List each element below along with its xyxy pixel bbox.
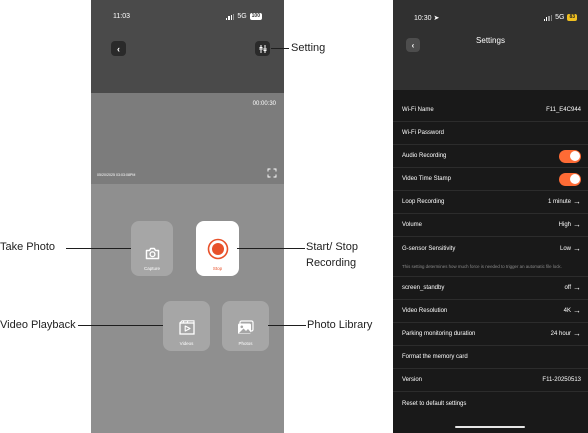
row-value: High bbox=[558, 222, 571, 228]
arrow-right-icon: → bbox=[573, 197, 581, 206]
settings-row-reset[interactable]: Reset to default settings bbox=[393, 392, 588, 415]
settings-row-screen-standby[interactable]: screen_standby off → bbox=[393, 277, 588, 300]
back-chevron-icon: ‹ bbox=[117, 43, 120, 54]
start-stop-callout-1: Start/ Stop bbox=[306, 241, 358, 253]
settings-row-wifi-password[interactable]: Wi-Fi Password bbox=[393, 122, 588, 145]
settings-list: Wi-Fi Name F11_E4C944 Wi-Fi Password Aud… bbox=[393, 99, 588, 415]
video-playback-callout-line bbox=[78, 325, 163, 326]
row-value: 1 minute bbox=[547, 199, 571, 205]
arrow-right-icon: → bbox=[573, 329, 581, 338]
arrow-right-icon: → bbox=[573, 306, 581, 315]
g-sensor-note: This setting determines how much force i… bbox=[393, 260, 588, 277]
row-value-group: High → bbox=[558, 220, 581, 229]
row-label: G-sensor Sensitivity bbox=[402, 245, 456, 252]
recording-timer: 00:00:30 bbox=[252, 101, 276, 107]
back-button[interactable]: ‹ bbox=[111, 41, 126, 56]
photos-label: Photos bbox=[238, 341, 253, 346]
row-label: screen_standby bbox=[402, 285, 445, 291]
record-icon bbox=[207, 238, 228, 260]
capture-button[interactable]: Capture bbox=[131, 221, 173, 276]
location-arrow-icon: ➤ bbox=[433, 15, 440, 22]
settings-row-format-card[interactable]: Format the memory card bbox=[393, 346, 588, 369]
row-label: Wi-Fi Name bbox=[402, 107, 434, 113]
row-value-group: 24 hour → bbox=[550, 329, 581, 338]
capture-label: Capture bbox=[143, 266, 160, 271]
row-label: Video Time Stamp bbox=[402, 176, 451, 182]
photo-library-callout: Photo Library bbox=[307, 319, 373, 331]
row-value: 24 hour bbox=[550, 331, 571, 337]
row-value: Low bbox=[559, 245, 571, 252]
row-value: F11_E4C944 bbox=[546, 107, 581, 113]
videos-label: Videos bbox=[179, 341, 194, 346]
row-label: Wi-Fi Password bbox=[402, 130, 445, 136]
stop-label: Stop bbox=[212, 266, 223, 271]
battery-icon: 100 bbox=[249, 13, 262, 20]
settings-row-parking-duration[interactable]: Parking monitoring duration 24 hour → bbox=[393, 323, 588, 346]
network-label: 5G bbox=[237, 13, 247, 20]
status-bar-right: 10:30 ➤ 5G 83 bbox=[393, 0, 588, 26]
settings-row-g-sensor[interactable]: G-sensor Sensitivity Low → bbox=[393, 237, 588, 260]
video-playback-callout: Video Playback bbox=[0, 319, 76, 331]
arrow-right-icon: → bbox=[573, 220, 581, 229]
row-label: Version bbox=[402, 377, 423, 383]
take-photo-callout-line bbox=[66, 248, 131, 249]
row-value: F11-20250513 bbox=[542, 377, 581, 383]
photo-gallery-icon bbox=[238, 320, 254, 334]
home-indicator[interactable] bbox=[455, 426, 525, 428]
start-stop-callout-2: Recording bbox=[306, 257, 357, 269]
status-time-right: 10:30 ➤ bbox=[414, 15, 440, 22]
row-value: off bbox=[564, 285, 571, 291]
settings-row-video-resolution[interactable]: Video Resolution 4K → bbox=[393, 300, 588, 323]
row-value: 4K bbox=[563, 308, 571, 314]
video-time-stamp-toggle[interactable] bbox=[559, 172, 581, 186]
page-title: Settings bbox=[476, 36, 505, 45]
fullscreen-icon[interactable] bbox=[267, 168, 277, 178]
arrow-right-icon: → bbox=[573, 283, 581, 292]
start-stop-callout-line bbox=[237, 248, 305, 249]
audio-recording-toggle[interactable] bbox=[559, 149, 581, 163]
row-label: Parking monitoring duration bbox=[402, 331, 476, 337]
settings-button[interactable] bbox=[255, 41, 270, 56]
video-playback-icon bbox=[178, 320, 195, 335]
status-time: 11:03 bbox=[113, 13, 130, 20]
network-label-right: 5G bbox=[555, 14, 565, 21]
row-label: Audio Recording bbox=[402, 153, 447, 159]
video-date-stamp: 05/20/2025 03:03:08PM bbox=[97, 173, 136, 177]
videos-button[interactable]: Videos bbox=[163, 301, 210, 351]
settings-row-video-time-stamp: Video Time Stamp bbox=[393, 168, 588, 191]
setting-callout-line bbox=[271, 48, 289, 49]
settings-row-audio-recording: Audio Recording bbox=[393, 145, 588, 168]
row-value-group: off → bbox=[564, 283, 581, 292]
status-signal-right: 5G 83 bbox=[543, 14, 577, 21]
settings-row-volume[interactable]: Volume High → bbox=[393, 214, 588, 237]
row-label: Format the memory card bbox=[402, 354, 468, 360]
take-photo-callout: Take Photo bbox=[0, 241, 56, 253]
row-label: Video Resolution bbox=[402, 308, 448, 314]
video-preview[interactable]: 00:00:30 05/20/2025 03:03:08PM bbox=[91, 93, 284, 184]
record-stop-button[interactable]: Stop bbox=[196, 221, 239, 276]
battery-icon: 83 bbox=[567, 14, 577, 21]
camera-icon bbox=[145, 247, 159, 260]
setting-callout: Setting bbox=[291, 42, 326, 54]
settings-row-version: Version F11-20250513 bbox=[393, 369, 588, 392]
settings-sliders-icon bbox=[258, 44, 267, 53]
photos-button[interactable]: Photos bbox=[222, 301, 269, 351]
row-value-group: 1 minute → bbox=[547, 197, 581, 206]
photo-library-callout-line bbox=[268, 325, 306, 326]
row-label: Reset to default settings bbox=[402, 400, 467, 407]
row-value-group: Low → bbox=[559, 243, 581, 253]
signal-icon bbox=[543, 14, 553, 21]
row-label: Loop Recording bbox=[402, 199, 445, 205]
arrow-right-icon: → bbox=[573, 243, 581, 253]
settings-screen: 10:30 ➤ 5G 83 ‹ Settings Wi-Fi Name F11_… bbox=[393, 0, 588, 433]
status-signal: 5G 100 bbox=[225, 13, 262, 20]
status-bar: 11:03 5G 100 bbox=[91, 0, 284, 26]
camera-screen: 11:03 5G 100 ‹ 00:00:30 05/20/2025 03:03… bbox=[91, 0, 284, 433]
row-value-group: 4K → bbox=[563, 306, 581, 315]
row-label: Volume bbox=[402, 222, 423, 228]
settings-row-wifi-name[interactable]: Wi-Fi Name F11_E4C944 bbox=[393, 99, 588, 122]
signal-icon bbox=[225, 13, 235, 20]
settings-row-loop-recording[interactable]: Loop Recording 1 minute → bbox=[393, 191, 588, 214]
